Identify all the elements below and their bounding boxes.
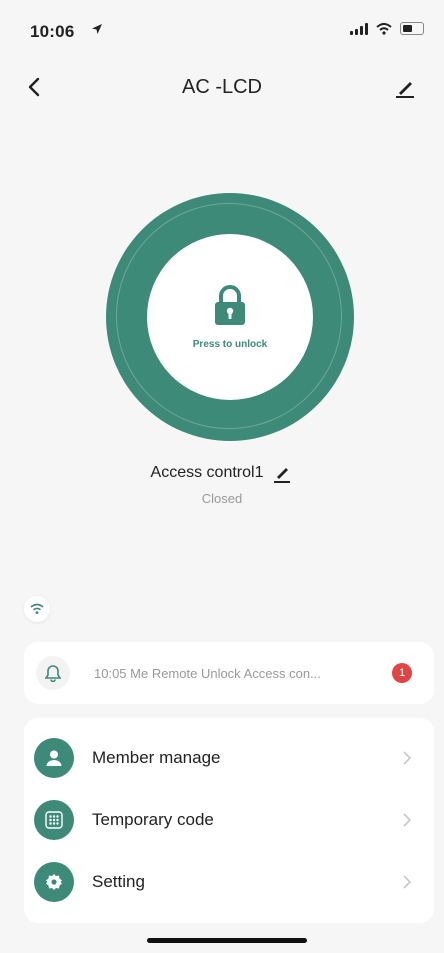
unlock-button[interactable]: Press to unlock — [147, 234, 313, 400]
status-indicators — [350, 22, 424, 35]
wifi-icon — [30, 603, 44, 614]
battery-icon — [400, 22, 424, 35]
device-status: Closed — [201, 491, 243, 506]
keypad-icon — [45, 811, 63, 829]
menu-label: Member manage — [92, 748, 221, 767]
connection-badge — [24, 596, 50, 622]
chevron-right-icon — [403, 875, 412, 889]
status-bar: 10:06 — [0, 0, 444, 56]
menu-item-temporary-code[interactable]: Temporary code — [24, 790, 434, 850]
nav-bar: AC -LCD — [0, 62, 444, 110]
person-icon — [46, 750, 62, 766]
menu-icon-bg — [34, 800, 74, 840]
device-name: Access control1 — [150, 464, 264, 481]
location-arrow-icon — [92, 24, 102, 34]
chevron-right-icon — [403, 813, 412, 827]
bell-icon — [45, 665, 61, 682]
notification-card[interactable]: 10:05 Me Remote Unlock Access con... 1 — [24, 642, 434, 704]
menu-icon-bg — [34, 862, 74, 902]
gear-icon — [46, 874, 62, 890]
notification-text: 10:05 Me Remote Unlock Access con... — [94, 665, 321, 681]
wifi-status-icon — [376, 22, 392, 35]
device-name-row: Access control1 — [0, 462, 444, 484]
lock-icon — [215, 284, 245, 325]
menu-item-setting[interactable]: Setting — [24, 852, 434, 912]
notification-bell — [36, 656, 70, 690]
notification-badge: 1 — [392, 663, 412, 683]
page-title: AC -LCD — [181, 76, 262, 98]
lock-ring: Press to unlock — [106, 193, 354, 441]
menu-label: Temporary code — [92, 810, 214, 829]
menu-label: Setting — [92, 872, 145, 891]
chevron-right-icon — [403, 751, 412, 765]
menu-card: Member manage Temporary code Setting — [24, 718, 434, 923]
edit-name-icon[interactable] — [271, 462, 293, 484]
menu-item-member-manage[interactable]: Member manage — [24, 728, 434, 788]
cellular-signal-icon — [350, 22, 368, 35]
home-indicator — [147, 938, 307, 943]
status-time: 10:06 — [30, 22, 75, 41]
press-to-unlock-label: Press to unlock — [192, 338, 268, 350]
menu-icon-bg — [34, 738, 74, 778]
edit-icon[interactable] — [390, 72, 420, 102]
